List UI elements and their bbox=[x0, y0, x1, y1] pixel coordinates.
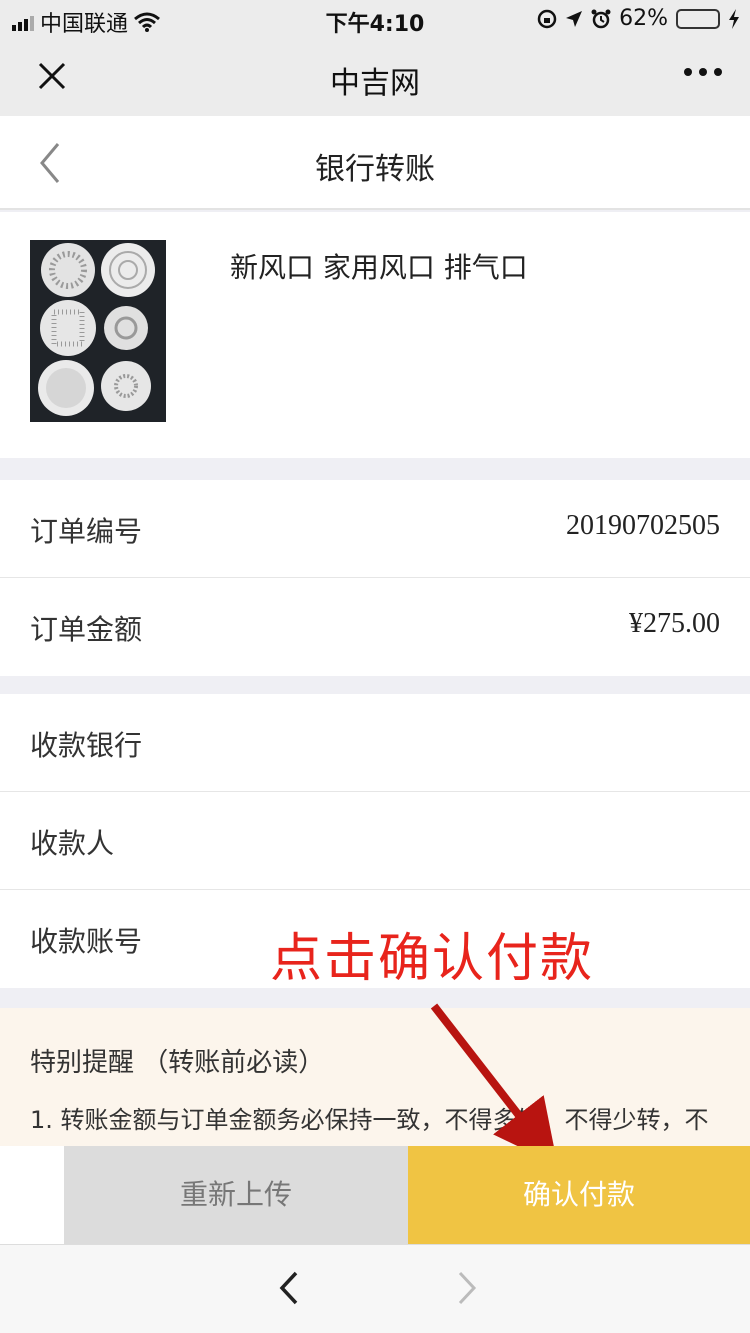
payee-account-label: 收款账号 bbox=[30, 925, 143, 958]
order-number-label: 订单编号 bbox=[30, 515, 143, 548]
wechat-title-bar: 中吉网 bbox=[0, 40, 750, 116]
notice-title: 特别提醒 （转账前必读） bbox=[30, 1048, 325, 1078]
annotation-text: 点击确认付款 bbox=[270, 929, 595, 989]
reupload-button[interactable]: 重新上传 bbox=[64, 1146, 408, 1244]
order-amount-label: 订单金额 bbox=[30, 613, 143, 646]
notice-panel: 特别提醒 （转账前必读） 1. 转账金额与订单金额务必保持一致，不得多转、不得少… bbox=[0, 1008, 750, 1148]
charging-icon bbox=[729, 8, 739, 29]
order-info-group: 订单编号 20190702505 订单金额 ¥275.00 bbox=[0, 480, 750, 676]
more-icon[interactable] bbox=[684, 68, 722, 76]
browser-nav-bar bbox=[0, 1244, 750, 1333]
payee-bank-label: 收款银行 bbox=[30, 729, 143, 762]
browser-forward-icon[interactable] bbox=[446, 1265, 486, 1311]
battery-percent: 62% bbox=[619, 6, 668, 31]
browser-back-icon[interactable] bbox=[270, 1265, 310, 1311]
wechat-title: 中吉网 bbox=[330, 66, 420, 101]
payee-name-row: 收款人 bbox=[0, 792, 750, 890]
product-card: 新风口 家用风口 排气口 bbox=[0, 212, 750, 458]
product-name: 新风口 家用风口 排气口 bbox=[230, 251, 528, 284]
payee-name-label: 收款人 bbox=[30, 827, 115, 860]
payee-bank-row: 收款银行 bbox=[0, 694, 750, 792]
order-amount-row: 订单金额 ¥275.00 bbox=[0, 578, 750, 676]
order-number-row: 订单编号 20190702505 bbox=[0, 480, 750, 578]
notice-item-1: 1. 转账金额与订单金额务必保持一致，不得多转、不得少转，不得分次转账，否则无法… bbox=[30, 1106, 709, 1148]
status-bar: 中国联通 下午4:10 62% bbox=[0, 0, 750, 40]
arrow-icon bbox=[430, 1003, 558, 1166]
order-number-value: 20190702505 bbox=[566, 510, 720, 541]
location-icon bbox=[566, 10, 583, 27]
order-amount-value: ¥275.00 bbox=[629, 608, 720, 639]
battery-icon bbox=[676, 8, 720, 29]
alarm-icon bbox=[591, 9, 611, 28]
page-title: 银行转账 bbox=[315, 152, 435, 187]
status-right: 62% bbox=[537, 6, 740, 31]
action-bar: 重新上传 确认付款 bbox=[0, 1146, 750, 1244]
page-header: 银行转账 bbox=[0, 116, 750, 210]
product-image bbox=[30, 240, 166, 422]
screen-lock-icon bbox=[537, 9, 557, 28]
confirm-payment-button[interactable]: 确认付款 bbox=[408, 1146, 750, 1244]
